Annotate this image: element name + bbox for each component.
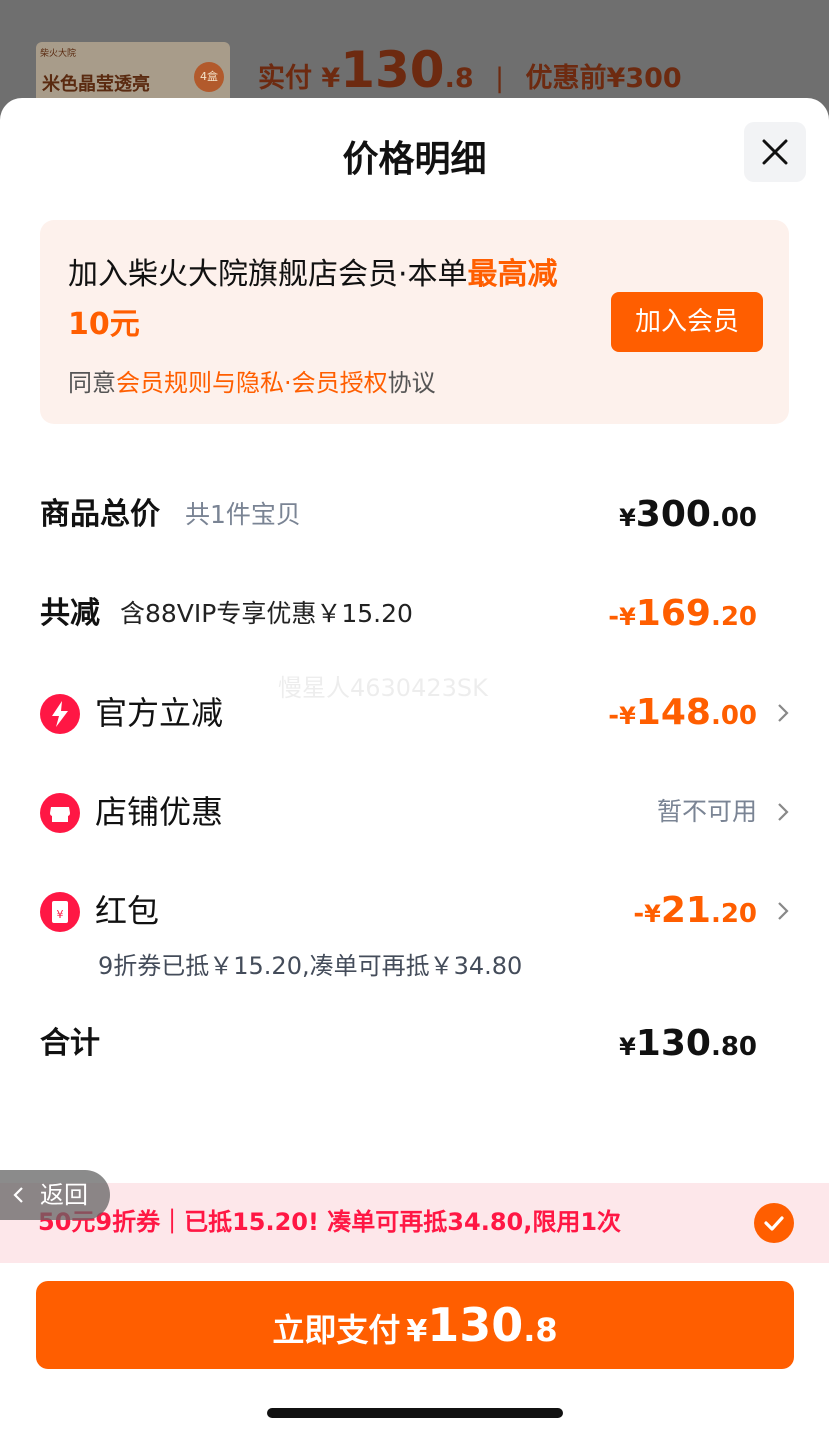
total-price-label: 商品总价 [40, 497, 160, 532]
minus-sign: - [633, 899, 645, 929]
thumb-badge: 4盒 [194, 62, 224, 92]
member-banner: 加入柴火大院旗舰店会员·本单最高减10元 加入会员 同意会员规则与隐私·会员授权… [40, 220, 789, 424]
member-agreement: 同意会员规则与隐私·会员授权协议 [68, 363, 436, 398]
sum-label: 合计 [40, 1026, 100, 1061]
lightning-icon [40, 694, 80, 734]
thumb-title: 米色晶莹透亮 [42, 74, 150, 95]
amount-int: 169 [635, 593, 711, 634]
official-discount-amount: -¥148.00 [608, 683, 757, 749]
paid-dec: .8 [444, 63, 474, 94]
chevron-right-icon [778, 803, 789, 821]
official-discount-label: 官方立减 [95, 694, 224, 732]
red-packet-icon: ¥ [40, 892, 80, 932]
member-headline: 加入柴火大院旗舰店会员·本单最高减10元 [68, 250, 568, 350]
red-packet-row[interactable]: ¥ 红包 -¥21.20 [40, 881, 789, 941]
red-packet-label: 红包 [95, 892, 160, 930]
pay-dec: .8 [523, 1311, 558, 1349]
pay-currency: ¥ [406, 1314, 428, 1349]
currency-symbol: ¥ [619, 504, 636, 532]
total-reduce-amount: -¥169.20 [608, 584, 757, 650]
official-discount-row[interactable]: 官方立减 -¥148.00 [40, 683, 789, 743]
currency-symbol: ¥ [619, 702, 636, 730]
total-reduce-label: 共减 [40, 596, 100, 631]
paid-int: 130 [340, 41, 445, 99]
before-label: 优惠前 [525, 63, 607, 94]
agree-prefix: 同意 [68, 369, 116, 397]
agreement-link[interactable]: 会员规则与隐私·会员授权 [116, 369, 388, 397]
paid-label: 实付 [258, 63, 312, 94]
red-packet-amount: -¥21.20 [633, 881, 757, 947]
total-price-amount: ¥300.00 [619, 485, 757, 551]
red-packet-note: 9折券已抵￥15.20,凑单可再抵￥34.80 [98, 952, 523, 980]
chevron-right-icon [778, 902, 789, 920]
agree-suffix: 协议 [387, 369, 436, 397]
amount-dec: .80 [710, 1032, 757, 1062]
shop-discount-row[interactable]: 店铺优惠 暂不可用 [40, 782, 789, 842]
coupon-strip[interactable]: 50元9折券｜已抵15.20! 凑单可再抵34.80,限用1次 [0, 1183, 829, 1263]
currency-symbol: ¥ [644, 900, 661, 928]
back-button[interactable]: 返回 [0, 1170, 110, 1220]
back-label: 返回 [40, 1181, 88, 1209]
member-headline-text: 加入柴火大院旗舰店会员·本单 [68, 257, 468, 292]
before-amount: ¥300 [606, 63, 682, 94]
paid-currency: ¥ [321, 63, 341, 94]
item-count: 共1件宝贝 [185, 500, 301, 529]
total-reduce-row: 共减 含88VIP专享优惠￥15.20 -¥169.20 [40, 584, 789, 644]
amount-dec: .20 [710, 602, 757, 632]
price-separator: | [495, 63, 505, 94]
chevron-right-icon [778, 704, 789, 722]
pay-button-content: 立即支付 ¥130.8 [272, 1281, 557, 1380]
total-price-row: 商品总价 共1件宝贝 ¥300.00 [40, 485, 789, 545]
thumb-brand: 柴火大院 [40, 49, 77, 59]
minus-sign: - [608, 602, 620, 632]
currency-symbol: ¥ [619, 1033, 636, 1061]
sum-row: 合计 ¥130.80 [40, 1014, 789, 1074]
vip-discount-note: 含88VIP专享优惠￥15.20 [120, 599, 413, 628]
join-member-button[interactable]: 加入会员 [611, 292, 763, 352]
check-icon[interactable] [754, 1203, 794, 1243]
sum-amount: ¥130.80 [619, 1014, 757, 1080]
shop-icon [40, 793, 80, 833]
shop-discount-status: 暂不可用 [656, 797, 757, 826]
amount-int: 130 [635, 1023, 711, 1064]
sheet-title: 价格明细 [342, 139, 487, 180]
close-button[interactable] [744, 122, 806, 182]
amount-int: 148 [635, 692, 711, 733]
coupon-text: 50元9折券｜已抵15.20! 凑单可再抵34.80,限用1次 [38, 1208, 622, 1236]
currency-symbol: ¥ [619, 603, 636, 631]
minus-sign: - [608, 701, 620, 731]
amount-int: 21 [660, 890, 711, 931]
chevron-left-icon [13, 1187, 23, 1203]
background-price: 实付 ¥130.8 | 优惠前¥300 [258, 40, 682, 100]
home-indicator[interactable] [267, 1408, 563, 1418]
amount-dec: .20 [710, 899, 757, 929]
amount-dec: .00 [710, 701, 757, 731]
shop-discount-label: 店铺优惠 [95, 793, 224, 831]
amount-int: 300 [635, 494, 711, 535]
pay-label: 立即支付 [272, 1311, 401, 1349]
amount-dec: .00 [710, 503, 757, 533]
pay-now-button[interactable]: 立即支付 ¥130.8 [36, 1281, 794, 1369]
pay-int: 130 [427, 1298, 524, 1352]
close-icon [762, 139, 788, 165]
red-packet-glyph: ¥ [57, 908, 64, 921]
